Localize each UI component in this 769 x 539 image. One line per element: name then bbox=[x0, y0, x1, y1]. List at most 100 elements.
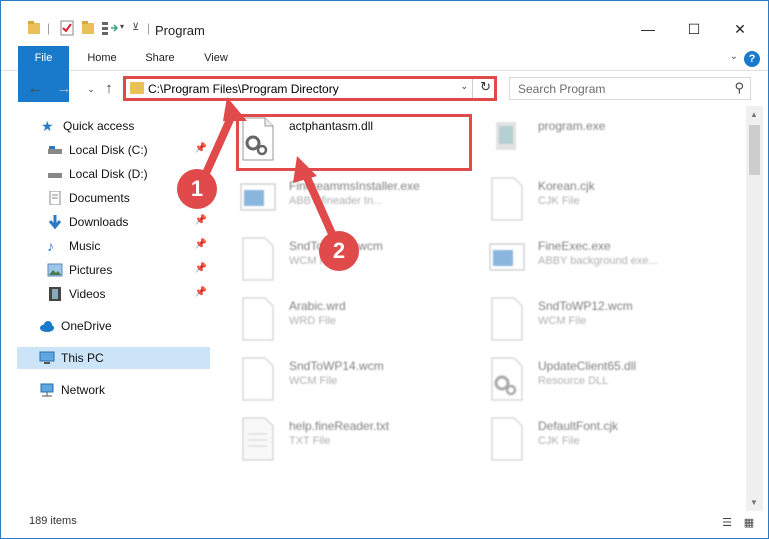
pin-icon[interactable]: 📌 bbox=[195, 143, 207, 154]
sidebar-item-this-pc[interactable]: This PC bbox=[17, 347, 210, 369]
gear-document-icon bbox=[491, 357, 523, 401]
up-arrow-icon[interactable]: ↑ bbox=[98, 78, 120, 100]
search-icon[interactable]: ⚲ bbox=[734, 80, 744, 96]
file-type: CJK File bbox=[538, 435, 580, 447]
new-folder-icon[interactable] bbox=[81, 19, 95, 39]
file-type: WCM File bbox=[289, 375, 338, 387]
file-item-fineexec-exe[interactable]: FineExec.exe ABBY background exe... bbox=[488, 236, 728, 292]
address-path[interactable]: C:\Program Files\Program Directory bbox=[148, 82, 339, 96]
pin-icon[interactable]: 📌 bbox=[195, 287, 207, 298]
sidebar-item-label: Videos bbox=[69, 287, 106, 301]
properties-icon[interactable] bbox=[59, 19, 75, 39]
file-type: Resource DLL bbox=[538, 375, 609, 387]
chevron-down-icon[interactable]: ▾ bbox=[120, 22, 124, 42]
tab-share[interactable]: Share bbox=[135, 46, 185, 71]
tab-view[interactable]: View bbox=[191, 46, 241, 71]
tab-home[interactable]: Home bbox=[77, 46, 127, 71]
file-name: SndToWP12.wcm bbox=[538, 299, 633, 313]
blank-document-icon bbox=[491, 297, 523, 341]
vertical-scrollbar[interactable]: ▲ ▼ bbox=[746, 106, 763, 511]
scroll-up-icon[interactable]: ▲ bbox=[750, 110, 758, 119]
help-button[interactable]: ? bbox=[744, 51, 760, 67]
sidebar-item-downloads[interactable]: Downloads 📌 bbox=[47, 211, 211, 233]
pin-icon[interactable]: 📌 bbox=[195, 263, 207, 274]
large-icons-view-icon[interactable]: ▦ bbox=[741, 516, 757, 530]
documents-icon bbox=[49, 191, 61, 205]
file-item-sndtowp14-wcm[interactable]: SndToWP14.wcm WCM File bbox=[239, 356, 479, 412]
file-explorer-window: | ▾ ⊻ | Program — ☐ ✕ File Home Share Vi… bbox=[0, 0, 769, 539]
blank-document-icon bbox=[491, 177, 523, 221]
pictures-icon bbox=[47, 263, 63, 277]
file-item-sndtowp11-wcm[interactable]: SndToWP11.wcm WCM File bbox=[239, 236, 479, 292]
sidebar-item-pictures[interactable]: Pictures 📌 bbox=[47, 259, 211, 281]
sidebar-item-label: Documents bbox=[69, 191, 130, 205]
title-bar: | ▾ ⊻ | Program — ☐ ✕ bbox=[1, 1, 768, 43]
folder-icon bbox=[130, 82, 144, 94]
sidebar-item-onedrive[interactable]: OneDrive bbox=[39, 315, 211, 337]
minimize-button[interactable]: — bbox=[625, 15, 671, 43]
sidebar-item-label: Downloads bbox=[69, 215, 129, 229]
sidebar-item-videos[interactable]: Videos 📌 bbox=[47, 283, 211, 305]
maximize-button[interactable]: ☐ bbox=[671, 15, 717, 43]
pin-icon[interactable]: 📌 bbox=[195, 239, 207, 250]
close-button[interactable]: ✕ bbox=[717, 15, 763, 43]
chevron-down-icon[interactable]: ⌄ bbox=[460, 81, 468, 92]
sidebar-item-label: Pictures bbox=[69, 263, 113, 277]
window-title: Program bbox=[155, 23, 205, 38]
file-item-installer-exe[interactable]: FinereammsInstaller.exe ABBY fineader tn… bbox=[239, 176, 479, 232]
star-icon: ★ bbox=[41, 118, 54, 134]
network-icon bbox=[40, 383, 54, 397]
blank-document-icon bbox=[242, 237, 274, 281]
highlight-box bbox=[236, 114, 472, 171]
file-item-defaultfont-cjk[interactable]: DefaultFont.cjk CJK File bbox=[488, 416, 728, 472]
file-type: WRD File bbox=[289, 315, 337, 327]
quick-access-dropdown-icon[interactable]: ⊻ bbox=[132, 22, 139, 42]
search-input[interactable] bbox=[510, 78, 720, 99]
window-app-icon bbox=[240, 183, 276, 211]
drive-icon bbox=[48, 146, 62, 154]
file-type: TXT File bbox=[289, 435, 331, 447]
step-marker-1: 1 bbox=[177, 169, 217, 209]
sidebar-item-quick-access[interactable]: ★ Quick access bbox=[41, 115, 211, 137]
sidebar-item-label: Quick access bbox=[63, 119, 135, 133]
music-note-icon: ♪ bbox=[47, 238, 54, 254]
file-type: CJK File bbox=[538, 195, 580, 207]
sidebar-item-local-disk-c[interactable]: Local Disk (C:) 📌 bbox=[47, 139, 211, 161]
pin-icon[interactable]: 📌 bbox=[195, 215, 207, 226]
file-type: ABBY fineader tn... bbox=[289, 195, 383, 207]
expand-ribbon-icon[interactable]: ⌄ bbox=[730, 51, 738, 62]
file-name: DefaultFont.cjk bbox=[538, 419, 619, 433]
divider: | bbox=[147, 21, 151, 35]
forward-arrow-icon[interactable]: → bbox=[53, 78, 75, 100]
address-bar[interactable]: C:\Program Files\Program Directory ⌄ ↻ bbox=[123, 76, 497, 101]
back-arrow-icon[interactable]: ← bbox=[24, 78, 46, 100]
sidebar-item-label: Local Disk (C:) bbox=[69, 143, 148, 157]
refresh-icon[interactable]: ↻ bbox=[480, 79, 491, 95]
sidebar-item-label: This PC bbox=[61, 351, 104, 365]
scrollbar-thumb[interactable] bbox=[749, 125, 760, 175]
item-count: 189 items bbox=[29, 515, 77, 527]
folder-icon bbox=[28, 21, 40, 34]
blank-document-icon bbox=[242, 297, 274, 341]
file-item-program-exe[interactable]: program.exe bbox=[488, 116, 728, 172]
navigation-bar: ← → ⌄ ↑ C:\Program Files\Program Directo… bbox=[1, 73, 768, 105]
step-marker-2: 2 bbox=[319, 231, 359, 271]
file-item-arabic-wrd[interactable]: Arabic.wrd WRD File bbox=[239, 296, 479, 352]
sidebar-item-music[interactable]: ♪ Music 📌 bbox=[47, 235, 211, 257]
customize-toolbar-icon[interactable] bbox=[101, 19, 119, 39]
navigation-pane: ★ Quick access Local Disk (C:) 📌 Local D… bbox=[1, 111, 213, 511]
file-item-sndtowp12-wcm[interactable]: SndToWP12.wcm WCM File bbox=[488, 296, 728, 352]
file-item-help-finereader-txt[interactable]: help.fineReader.txt TXT File bbox=[239, 416, 479, 472]
file-item-korean-cjk[interactable]: Korean.cjk CJK File bbox=[488, 176, 728, 232]
file-name: FinereammsInstaller.exe bbox=[289, 179, 420, 193]
file-name: UpdateClient65.dll bbox=[538, 359, 637, 373]
sidebar-item-network[interactable]: Network bbox=[39, 379, 211, 401]
drive-icon bbox=[48, 173, 62, 178]
file-type: ABBY background exe... bbox=[538, 255, 658, 267]
scroll-down-icon[interactable]: ▼ bbox=[750, 498, 758, 507]
search-box[interactable]: ⚲ bbox=[509, 77, 751, 100]
file-item-updateclient65-dll[interactable]: UpdateClient65.dll Resource DLL bbox=[488, 356, 728, 412]
blank-document-icon bbox=[242, 357, 274, 401]
details-view-icon[interactable]: ☰ bbox=[719, 516, 735, 530]
status-bar: 189 items ☰ ▦ bbox=[1, 511, 768, 538]
